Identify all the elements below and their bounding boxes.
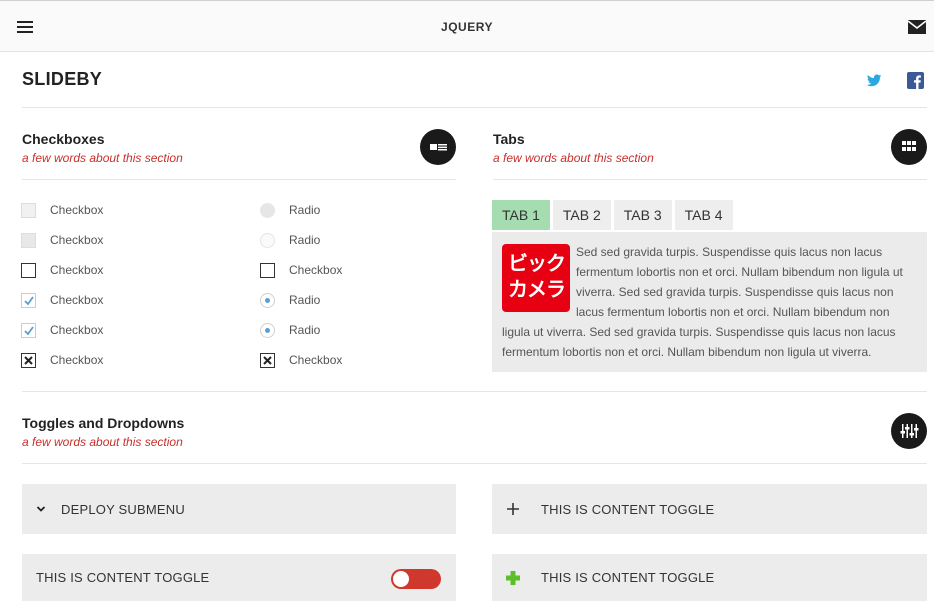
facebook-f-icon[interactable] xyxy=(907,72,924,89)
green-plus-icon xyxy=(506,570,520,585)
checkboxes-section-title: Checkboxes xyxy=(22,131,105,147)
checkbox-row-disabled[interactable]: Checkbox xyxy=(21,201,103,219)
radio-row-disabled-light[interactable]: Radio xyxy=(260,231,320,249)
tab-content-panel: ビック カメラ Sed sed gravida turpis. Suspendi… xyxy=(492,232,927,372)
plus-icon xyxy=(507,503,519,515)
content-toggle-label: THIS IS CONTENT TOGGLE xyxy=(36,570,210,585)
tabs-section-subtitle: a few words about this section xyxy=(493,151,654,165)
tab-4[interactable]: TAB 4 xyxy=(674,200,733,230)
tab-2[interactable]: TAB 2 xyxy=(552,200,611,230)
deploy-submenu-button[interactable]: DEPLOY SUBMENU xyxy=(22,484,456,534)
radio-row-checked[interactable]: Radio xyxy=(260,291,320,309)
logo-text-line2: カメラ xyxy=(508,279,566,301)
checkbox-unchecked[interactable] xyxy=(260,262,275,278)
divider xyxy=(22,179,456,180)
page-title: JQUERY xyxy=(441,20,493,34)
radio-row-disabled[interactable]: Radio xyxy=(260,201,320,219)
radio-label: Radio xyxy=(289,233,321,247)
radio-disabled[interactable] xyxy=(260,202,275,218)
checkbox-label: Checkbox xyxy=(50,323,104,337)
radio-label: Radio xyxy=(289,323,321,337)
checkboxes-section-icon xyxy=(420,129,456,165)
list-toggle-icon xyxy=(430,144,447,151)
toggles-section-subtitle: a few words about this section xyxy=(22,435,183,449)
checkbox-disabled-checked[interactable] xyxy=(21,232,36,248)
checkbox-checked[interactable] xyxy=(21,322,36,338)
checkbox-label: Checkbox xyxy=(289,263,343,277)
checkbox-row-x-checked[interactable]: Checkbox xyxy=(21,351,103,369)
envelope-icon[interactable] xyxy=(908,20,926,34)
logo-text-line1: ビック xyxy=(508,253,566,275)
toggle-switch-knob xyxy=(393,571,409,587)
checkbox-checked[interactable] xyxy=(21,292,36,308)
radio-label: Radio xyxy=(289,293,321,307)
checkmark-icon xyxy=(24,325,34,335)
radio-label: Radio xyxy=(289,203,321,217)
checkbox-disabled[interactable] xyxy=(21,202,36,218)
checkbox-label: Checkbox xyxy=(50,293,104,307)
radio-row-checked[interactable]: Radio xyxy=(260,321,320,339)
bic-camera-logo: ビック カメラ xyxy=(502,244,570,312)
content-toggle-label: THIS IS CONTENT TOGGLE xyxy=(541,570,715,585)
divider xyxy=(493,179,927,180)
divider xyxy=(22,463,927,464)
tab-bar: TAB 1 TAB 2 TAB 3 TAB 4 xyxy=(492,200,736,230)
tabs-section-title: Tabs xyxy=(493,131,525,147)
checkmark-icon xyxy=(24,295,34,305)
checkbox-label: Checkbox xyxy=(50,263,104,277)
checkbox-label: Checkbox xyxy=(289,353,343,367)
twitter-bird-icon[interactable] xyxy=(866,72,883,89)
x-mark-icon xyxy=(263,355,272,365)
equalizer-icon xyxy=(900,424,919,438)
content-toggle-switch-row[interactable]: THIS IS CONTENT TOGGLE xyxy=(22,554,456,601)
checkbox-row-x-checked[interactable]: Checkbox xyxy=(260,351,342,369)
brand-logo[interactable]: SLIDEBY xyxy=(22,69,102,90)
radio-disabled-light[interactable] xyxy=(260,232,275,248)
checkbox-unchecked[interactable] xyxy=(21,262,36,278)
top-bar: JQUERY xyxy=(0,0,934,52)
checkbox-row-checked[interactable]: Checkbox xyxy=(21,291,103,309)
checkbox-label: Checkbox xyxy=(50,353,104,367)
divider xyxy=(22,107,927,108)
content-toggle-green-plus[interactable]: THIS IS CONTENT TOGGLE xyxy=(492,554,927,601)
checkbox-row-unchecked[interactable]: Checkbox xyxy=(21,261,103,279)
checkbox-row-disabled-checked[interactable]: Checkbox xyxy=(21,231,103,249)
content-toggle-plus[interactable]: THIS IS CONTENT TOGGLE xyxy=(492,484,927,534)
checkbox-x-checked[interactable] xyxy=(260,352,275,368)
grid-icon xyxy=(902,141,916,151)
tab-1[interactable]: TAB 1 xyxy=(492,200,550,230)
radio-checked[interactable] xyxy=(260,292,275,308)
divider xyxy=(22,391,927,392)
chevron-down-icon xyxy=(36,506,46,512)
checkbox-x-checked[interactable] xyxy=(21,352,36,368)
deploy-submenu-label: DEPLOY SUBMENU xyxy=(61,501,185,517)
checkboxes-section-subtitle: a few words about this section xyxy=(22,151,183,165)
radio-checked[interactable] xyxy=(260,322,275,338)
toggles-section-icon xyxy=(891,413,927,449)
checkbox-label: Checkbox xyxy=(50,203,104,217)
tabs-section-icon xyxy=(891,129,927,165)
toggle-switch[interactable] xyxy=(391,569,441,589)
checkbox-row-unchecked[interactable]: Checkbox xyxy=(260,261,342,279)
checkbox-row-checked[interactable]: Checkbox xyxy=(21,321,103,339)
tab-3[interactable]: TAB 3 xyxy=(613,200,672,230)
x-mark-icon xyxy=(24,355,33,365)
content-toggle-label: THIS IS CONTENT TOGGLE xyxy=(541,501,715,517)
toggles-section-title: Toggles and Dropdowns xyxy=(22,415,185,431)
checkbox-label: Checkbox xyxy=(50,233,104,247)
